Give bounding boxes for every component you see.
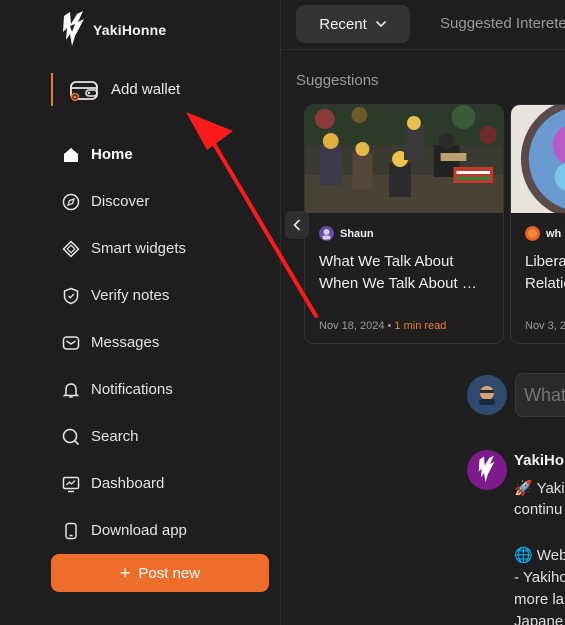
sidebar-item-notifications[interactable]: Notifications bbox=[61, 366, 261, 413]
card-title-line: Libera bbox=[525, 253, 565, 270]
sidebar-item-label: Messages bbox=[91, 334, 160, 351]
post-new-label: Post new bbox=[138, 564, 201, 582]
sidebar-item-discover[interactable]: Discover bbox=[61, 178, 261, 225]
sidebar-item-label: Notifications bbox=[91, 381, 173, 398]
card-title-line: When We Talk About … bbox=[319, 275, 477, 292]
card-author[interactable]: Shaun bbox=[305, 218, 503, 241]
post-text-line: - Yakiho bbox=[514, 569, 565, 586]
verify-icon bbox=[61, 286, 81, 306]
article-thumbnail bbox=[511, 105, 565, 217]
add-wallet-button[interactable]: Add wallet bbox=[51, 73, 251, 106]
dashboard-icon bbox=[61, 474, 81, 494]
sidebar: YakiHonne Add wallet Home Discover Smart… bbox=[0, 0, 281, 625]
chevron-down-icon bbox=[375, 20, 386, 28]
author-avatar bbox=[319, 226, 334, 241]
chevron-left-icon bbox=[293, 219, 301, 231]
post-text-line: 🌐 Web bbox=[514, 547, 565, 564]
add-wallet-label: Add wallet bbox=[111, 81, 181, 98]
feed-tabs: Recent Suggested Intereted bbox=[282, 0, 565, 50]
bell-icon bbox=[61, 380, 81, 400]
sidebar-item-label: Search bbox=[91, 428, 139, 445]
suggestion-card[interactable]: wh Libera Relatio Nov 3, 2 bbox=[510, 104, 565, 344]
suggestion-card[interactable]: Shaun What We Talk About When We Talk Ab… bbox=[304, 104, 504, 344]
card-title-line: Relatio bbox=[525, 275, 565, 292]
sidebar-nav: Home Discover Smart widgets Verify notes… bbox=[61, 131, 261, 554]
post-author-name[interactable]: YakiHo bbox=[514, 452, 564, 469]
yakihonne-logo-icon bbox=[63, 11, 84, 46]
sidebar-item-dashboard[interactable]: Dashboard bbox=[61, 460, 261, 507]
app-logo[interactable]: YakiHonne bbox=[61, 10, 166, 50]
card-read-time: 1 min read bbox=[394, 320, 447, 332]
post-text-line: Japane bbox=[514, 613, 564, 625]
tab-recent-dropdown[interactable]: Recent bbox=[296, 5, 410, 43]
meta-separator: • bbox=[387, 320, 392, 332]
home-icon bbox=[61, 145, 81, 165]
card-author-name: Shaun bbox=[340, 227, 374, 240]
sidebar-item-label: Home bbox=[91, 146, 133, 163]
card-author-name: wh bbox=[546, 227, 562, 240]
post-text-line: 🚀 Yaki bbox=[514, 480, 565, 497]
compose-note-input[interactable] bbox=[515, 373, 565, 417]
sidebar-item-label: Download app bbox=[91, 522, 187, 539]
tab-recent-label: Recent bbox=[319, 15, 367, 33]
wallet-icon bbox=[70, 80, 98, 101]
post-author-avatar[interactable] bbox=[467, 450, 507, 490]
user-avatar[interactable] bbox=[467, 375, 507, 415]
card-title: What We Talk About When We Talk About … bbox=[305, 241, 503, 295]
card-date: Nov 3, 2 bbox=[525, 320, 565, 332]
search-icon bbox=[61, 427, 81, 447]
article-thumbnail bbox=[305, 105, 503, 213]
main-feed: Recent Suggested Intereted Suggestions S… bbox=[282, 0, 565, 625]
sidebar-item-messages[interactable]: Messages bbox=[61, 319, 261, 366]
smart-widgets-icon bbox=[61, 239, 81, 259]
sidebar-item-smart-widgets[interactable]: Smart widgets bbox=[61, 225, 261, 272]
sidebar-item-label: Dashboard bbox=[91, 475, 165, 492]
card-title: Libera Relatio bbox=[511, 241, 565, 295]
card-date: Nov 18, 2024 bbox=[319, 320, 385, 332]
discover-icon bbox=[61, 192, 81, 212]
card-author[interactable]: wh bbox=[511, 218, 565, 241]
sidebar-item-download-app[interactable]: Download app bbox=[61, 507, 261, 554]
tab-suggested-interests[interactable]: Suggested Intereted bbox=[440, 15, 565, 32]
card-meta: Nov 18, 2024 • 1 min read bbox=[319, 320, 446, 332]
sidebar-item-label: Smart widgets bbox=[91, 240, 187, 257]
sidebar-item-search[interactable]: Search bbox=[61, 413, 261, 460]
sidebar-item-label: Discover bbox=[91, 193, 150, 210]
sidebar-item-home[interactable]: Home bbox=[61, 131, 261, 178]
post-text-line: more la bbox=[514, 591, 565, 608]
phone-icon bbox=[61, 521, 81, 541]
sidebar-item-verify-notes[interactable]: Verify notes bbox=[61, 272, 261, 319]
messages-icon bbox=[61, 333, 81, 353]
app-logo-text: YakiHonne bbox=[93, 22, 167, 38]
card-title-line: What We Talk About bbox=[319, 253, 454, 270]
post-new-button[interactable]: + Post new bbox=[51, 554, 269, 592]
yakihonne-logo-icon bbox=[478, 455, 495, 482]
author-avatar bbox=[525, 226, 540, 241]
carousel-prev-button[interactable] bbox=[285, 211, 309, 239]
suggestions-heading: Suggestions bbox=[296, 72, 379, 89]
plus-icon: + bbox=[119, 563, 131, 583]
post-text-line: continu bbox=[514, 501, 563, 518]
card-meta: Nov 3, 2 bbox=[525, 320, 565, 332]
sidebar-item-label: Verify notes bbox=[91, 287, 170, 304]
